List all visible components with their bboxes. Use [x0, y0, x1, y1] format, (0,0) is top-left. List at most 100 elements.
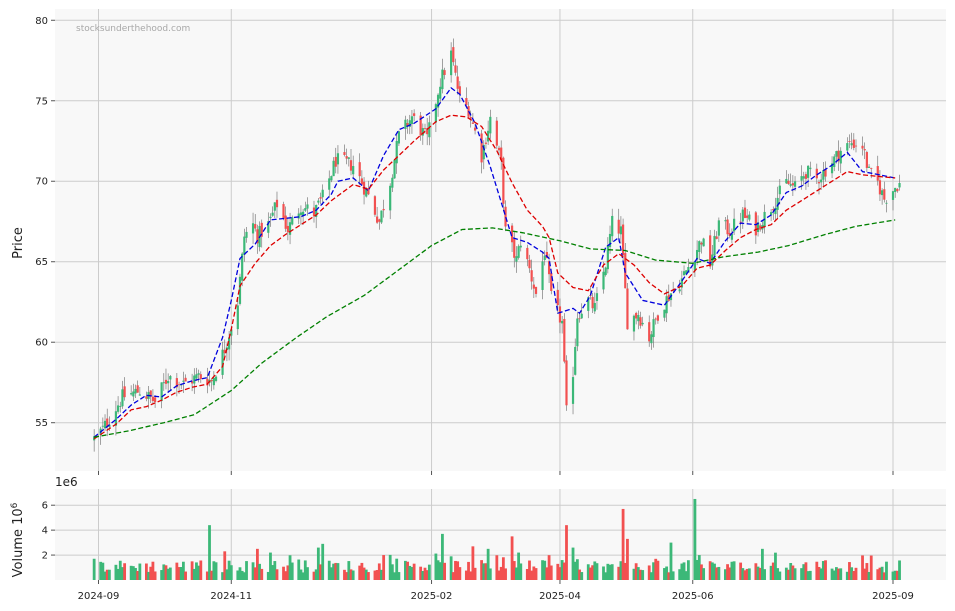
x-tick-label: 2024-09: [78, 591, 120, 602]
candle-body: [743, 207, 747, 218]
candle-body: [345, 156, 348, 159]
candle-body: [304, 208, 307, 211]
price-y-ticks: 55 60 65 70 75 80: [35, 16, 55, 429]
candle-body: [793, 181, 797, 187]
candle-body: [650, 334, 653, 344]
candle-body: [639, 317, 642, 326]
candle-body: [273, 202, 276, 211]
volume-bar: [275, 569, 279, 580]
candle-body: [515, 256, 518, 262]
candle-body: [654, 318, 657, 320]
candle-body: [637, 315, 640, 322]
candle-body: [682, 271, 686, 276]
candle-body: [334, 156, 337, 167]
price-y-tick-label: 55: [35, 418, 48, 429]
volume-bar: [199, 560, 203, 580]
volume-bar: [626, 538, 629, 580]
volume-offset-text: 1e6: [55, 475, 78, 489]
candle-body: [724, 220, 727, 222]
volume-bar: [534, 568, 538, 580]
candle-body: [454, 65, 457, 73]
candle-body: [822, 170, 825, 180]
candle-body: [319, 197, 322, 199]
candle-body: [894, 187, 897, 193]
candle-body: [791, 183, 794, 186]
candle-body: [393, 159, 396, 179]
candle-body: [193, 375, 196, 384]
candle-body: [619, 226, 623, 235]
candle-body: [116, 405, 120, 412]
candle-body: [820, 179, 823, 183]
candle-body: [380, 210, 383, 223]
candle-body: [195, 374, 198, 379]
candle-body: [876, 166, 879, 181]
candle-body: [251, 223, 255, 234]
volume-bar: [898, 560, 901, 580]
candle-body: [275, 199, 279, 208]
candle-body: [896, 188, 899, 192]
candle-body: [130, 393, 133, 395]
candle-body: [702, 238, 705, 247]
candle-body: [785, 178, 788, 184]
volume-bar: [290, 562, 294, 580]
candle-body: [885, 202, 888, 204]
candle-body: [471, 122, 474, 124]
candle-body: [123, 386, 126, 398]
candle-body: [495, 120, 498, 146]
volume-y-tick-label: 6: [42, 501, 48, 512]
candle-body: [210, 379, 213, 382]
price-plot-background: [55, 9, 946, 471]
candle-body: [635, 312, 638, 319]
candle-body: [119, 406, 122, 407]
candle-body: [878, 180, 882, 195]
candle-body: [332, 160, 335, 177]
candle-body: [101, 425, 104, 427]
volume-bar: [793, 568, 797, 580]
candle-body: [434, 104, 437, 123]
candle-body: [543, 255, 546, 261]
volume-bar: [306, 567, 309, 580]
candle-body: [328, 178, 331, 190]
candle-body: [865, 152, 868, 168]
candle-body: [184, 377, 187, 382]
volume-bar: [168, 567, 172, 580]
candle-body: [284, 215, 287, 229]
volume-bar: [580, 572, 584, 580]
candle-body: [452, 47, 455, 63]
candle-body: [167, 381, 170, 384]
candle-body: [611, 215, 614, 237]
candle-body: [343, 152, 346, 155]
candle-body: [465, 98, 468, 106]
candle-body: [891, 191, 895, 200]
volume-bar: [427, 564, 431, 580]
candle-body: [382, 208, 385, 211]
candle-body: [404, 119, 407, 129]
volume-bar: [458, 567, 462, 580]
volume-bar: [153, 571, 157, 580]
candle-body: [778, 185, 781, 195]
candle-body: [489, 116, 492, 134]
volume-bar: [107, 569, 111, 580]
candle-body: [556, 289, 559, 306]
candle-body: [726, 219, 729, 235]
volume-y-tick-label: 2: [42, 551, 48, 562]
price-y-tick-label: 75: [35, 96, 48, 107]
candle-body: [487, 130, 490, 142]
candle-body: [145, 396, 148, 399]
candle-body: [802, 176, 805, 179]
volume-bar: [839, 568, 843, 580]
volume-bar: [443, 562, 446, 580]
volume-bar: [351, 570, 355, 580]
volume-axis-label: Volume 106: [10, 502, 26, 577]
candle-body: [593, 302, 596, 312]
candle-body: [652, 319, 655, 338]
volume-panel: 246 1e6 Volume 106 2024-09 2024-11 2025-02…: [10, 475, 946, 602]
candle-body: [473, 127, 477, 131]
candle-body: [330, 176, 333, 181]
candle-body: [591, 296, 594, 309]
volume-bar: [123, 563, 127, 580]
candle-body: [269, 216, 272, 219]
candle-body: [561, 320, 564, 324]
volume-bar: [885, 561, 888, 580]
candle-body: [602, 271, 605, 290]
